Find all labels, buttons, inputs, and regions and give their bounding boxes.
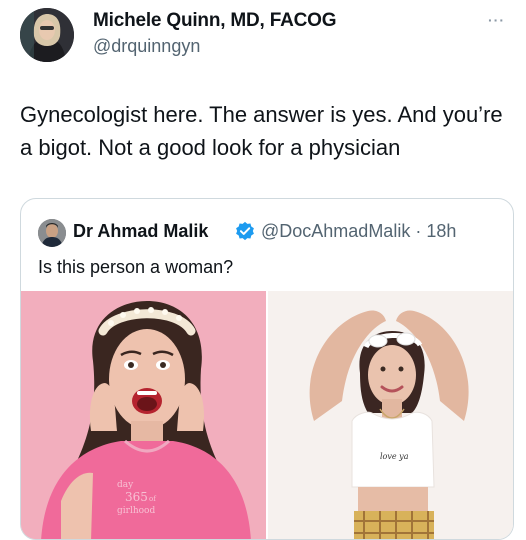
quoted-text: Is this person a woman?	[38, 257, 234, 277]
more-options-icon[interactable]: ···	[488, 12, 505, 28]
quoted-image-right[interactable]: love ya	[268, 291, 513, 539]
svg-text:365: 365	[125, 490, 148, 504]
author-name[interactable]: Michele Quinn, MD, FACOG	[93, 10, 336, 32]
quoted-image-left[interactable]: day 365 of girlhood	[21, 291, 266, 539]
quoted-author-avatar[interactable]	[38, 219, 66, 247]
svg-text:girlhood: girlhood	[117, 506, 155, 516]
author-handle[interactable]: @drquinngyn	[93, 36, 200, 57]
verified-badge-icon	[235, 221, 255, 241]
quoted-handle-time[interactable]: @DocAhmadMalik · 18h	[261, 221, 456, 242]
svg-text:day: day	[117, 480, 134, 490]
svg-text:love ya: love ya	[380, 452, 409, 461]
quoted-author-name[interactable]: Dr Ahmad Malik	[73, 221, 208, 242]
author-avatar[interactable]	[20, 8, 74, 62]
tweet-text: Gynecologist here. The answer is yes. An…	[20, 102, 503, 160]
quoted-tweet[interactable]: Dr Ahmad Malik @DocAhmadMalik · 18h Is t…	[20, 198, 514, 540]
